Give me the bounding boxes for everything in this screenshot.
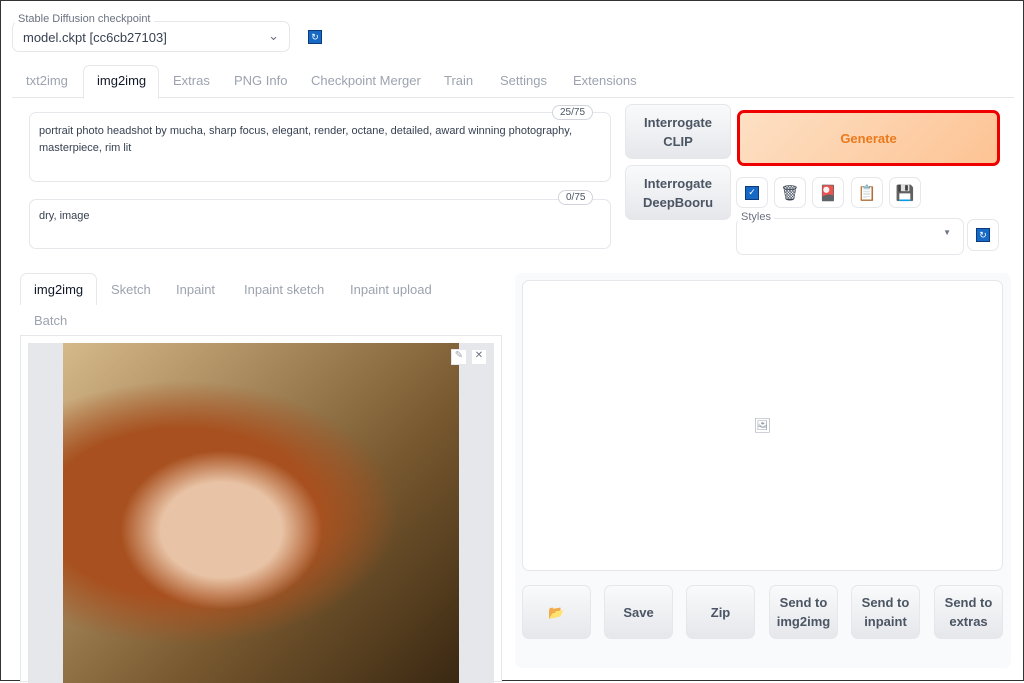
checkpoint-value: model.ckpt [cc6cb27103] <box>23 30 167 45</box>
prompt-input[interactable]: portrait photo headshot by mucha, sharp … <box>29 112 611 182</box>
generate-button[interactable]: Generate <box>737 110 1000 166</box>
refresh-icon: ↻ <box>976 228 990 242</box>
refresh-icon: ↻ <box>308 30 322 44</box>
negative-token-count: 0/75 <box>558 190 594 205</box>
checkbox-icon: ✓ <box>745 185 759 200</box>
checkpoint-select[interactable]: model.ckpt [cc6cb27103] ⌄ <box>12 21 290 52</box>
tab-settings[interactable]: Settings <box>500 73 547 88</box>
negative-prompt-text: dry, image <box>39 210 90 222</box>
tab-txt2img[interactable]: txt2img <box>26 73 68 88</box>
clear-image-button[interactable]: ✕ <box>471 349 487 365</box>
input-image-portrait <box>63 343 459 683</box>
tab-bar <box>12 97 1014 98</box>
show-extra-networks-button[interactable]: ✓ <box>736 177 768 208</box>
save-style-button[interactable]: 💾 <box>889 177 921 208</box>
image-upload-area[interactable]: ✎ ✕ <box>20 335 502 683</box>
dropdown-arrow-icon: ▼ <box>943 228 951 237</box>
extra-networks-button[interactable]: 🎴 <box>812 177 844 208</box>
interrogate-clip-button[interactable]: Interrogate CLIP <box>625 104 731 159</box>
send-to-img2img-button[interactable]: Send to img2img <box>769 585 838 639</box>
zip-button[interactable]: Zip <box>686 585 755 639</box>
tab-train[interactable]: Train <box>444 73 473 88</box>
refresh-styles-button[interactable]: ↻ <box>967 219 999 251</box>
tab-extras[interactable]: Extras <box>173 73 210 88</box>
save-icon: 💾 <box>895 184 915 202</box>
clear-prompt-button[interactable]: 🗑 <box>774 177 806 208</box>
save-button[interactable]: Save <box>604 585 673 639</box>
styles-select[interactable]: ▼ <box>736 218 964 255</box>
tab-extensions[interactable]: Extensions <box>573 73 637 88</box>
tab-checkpoint-merger[interactable]: Checkpoint Merger <box>311 73 421 88</box>
interrogate-deepbooru-button[interactable]: Interrogate DeepBooru <box>625 165 731 220</box>
card-icon: 🎴 <box>818 184 838 202</box>
negative-prompt-input[interactable]: dry, image <box>29 199 611 249</box>
prompt-text: portrait photo headshot by mucha, sharp … <box>39 125 573 154</box>
subtab-img2img[interactable]: img2img <box>34 282 83 297</box>
trash-icon: 🗑 <box>780 184 800 202</box>
subtab-inpaint-upload[interactable]: Inpaint upload <box>350 282 432 297</box>
send-to-extras-button[interactable]: Send to extras <box>934 585 1003 639</box>
subtab-batch[interactable]: Batch <box>34 313 67 328</box>
tab-img2img[interactable]: img2img <box>97 73 146 88</box>
apply-style-button[interactable]: 📋 <box>851 177 883 208</box>
send-to-inpaint-button[interactable]: Send to inpaint <box>851 585 920 639</box>
refresh-checkpoint-button[interactable]: ↻ <box>299 23 331 51</box>
styles-label: Styles <box>738 211 774 223</box>
clipboard-icon: 📋 <box>857 184 877 202</box>
checkpoint-label: Stable Diffusion checkpoint <box>15 13 154 25</box>
tab-png-info[interactable]: PNG Info <box>234 73 287 88</box>
image-placeholder-icon: 🖼 <box>753 417 772 433</box>
subtab-inpaint-sketch[interactable]: Inpaint sketch <box>244 282 324 297</box>
open-folder-button[interactable]: 📂 <box>522 585 591 639</box>
chevron-down-icon: ⌄ <box>268 28 279 43</box>
subtab-inpaint[interactable]: Inpaint <box>176 282 215 297</box>
prompt-token-count: 25/75 <box>552 105 594 120</box>
folder-icon: 📂 <box>548 604 565 620</box>
subtab-sketch[interactable]: Sketch <box>111 282 151 297</box>
output-gallery: 🖼 <box>522 280 1003 571</box>
edit-image-button[interactable]: ✎ <box>451 349 467 365</box>
